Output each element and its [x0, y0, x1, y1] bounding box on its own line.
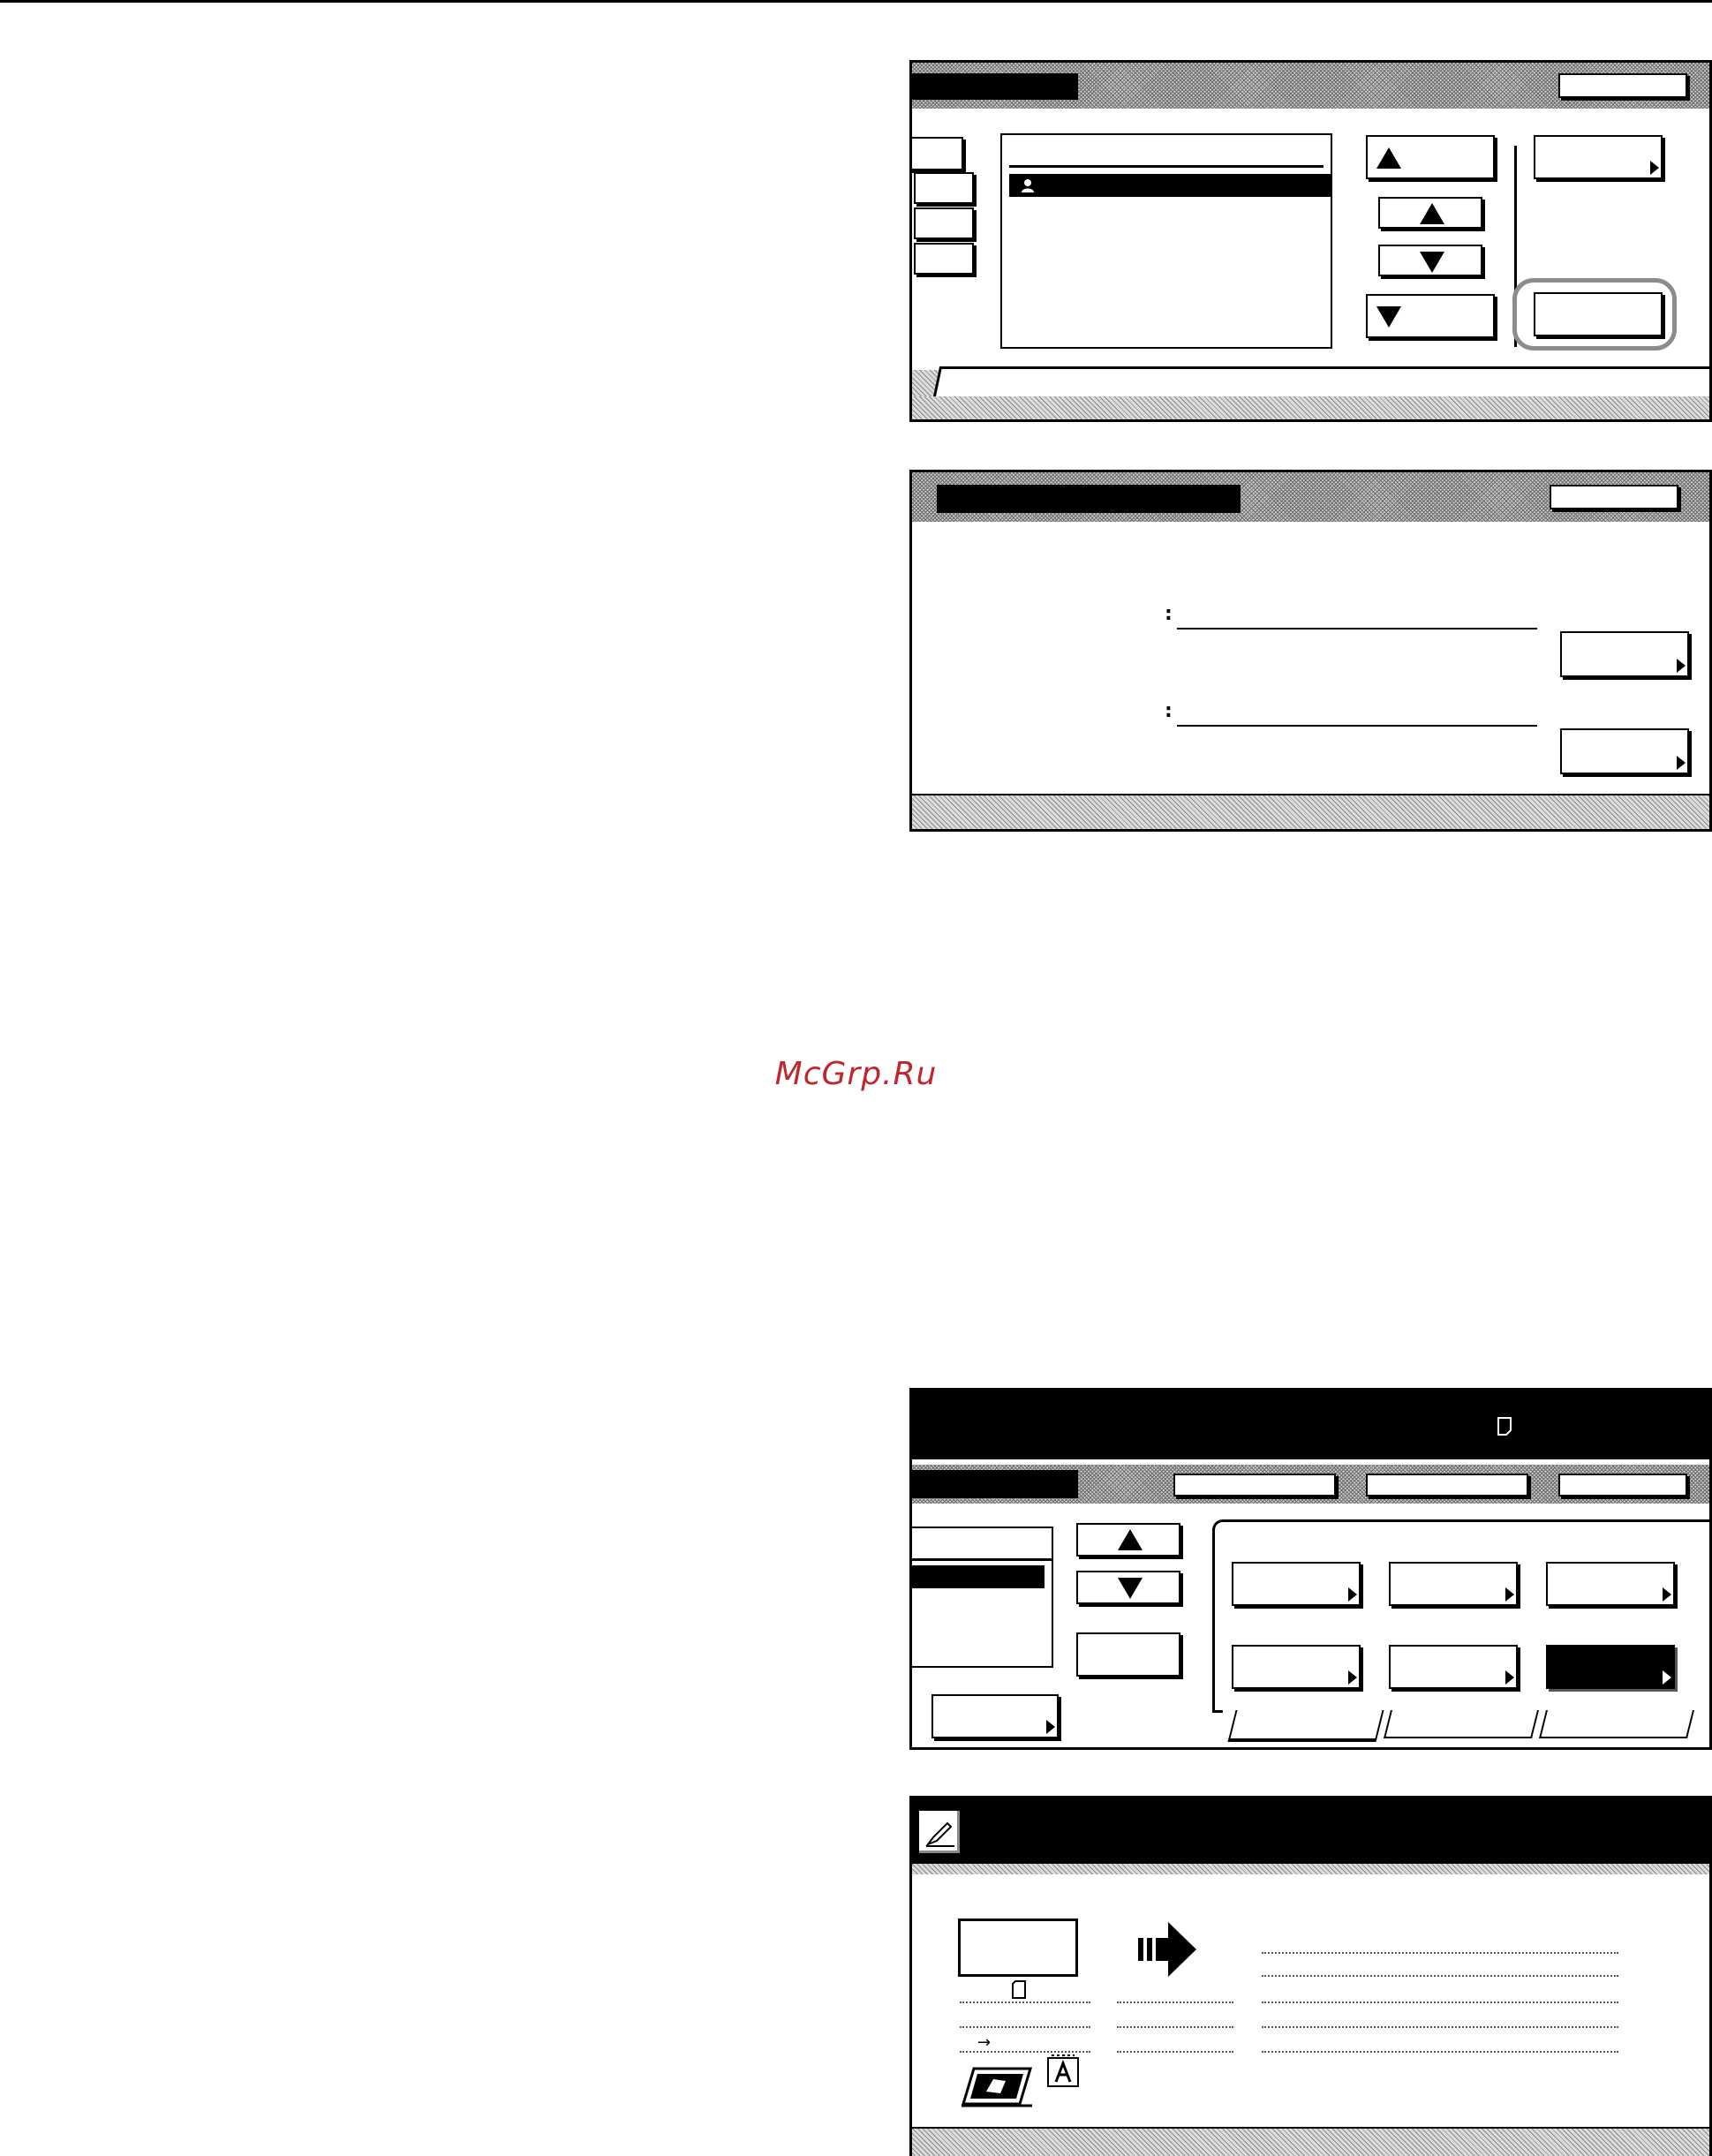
info-line-c1 — [1262, 2001, 1618, 2003]
screen-panel-1 — [909, 60, 1712, 422]
triangle-up-icon — [1420, 203, 1444, 224]
scroll-down-button[interactable] — [1378, 245, 1482, 276]
list-header-rule — [1009, 165, 1324, 168]
chevron-right-icon — [1663, 1587, 1671, 1602]
chevron-right-icon — [1348, 1587, 1357, 1602]
right-arrow-icon — [1138, 1922, 1196, 1977]
delete-button[interactable] — [1534, 292, 1663, 336]
header-button[interactable] — [1558, 73, 1687, 98]
user-list[interactable] — [1000, 133, 1332, 349]
function-button-5[interactable] — [1389, 1645, 1518, 1689]
screen-panel-3 — [909, 1388, 1712, 1750]
info-line-c2 — [1262, 2026, 1618, 2028]
triangle-up-icon — [1376, 147, 1401, 169]
function-button-4[interactable] — [1232, 1645, 1361, 1689]
info-line-c3 — [1262, 2051, 1618, 2053]
footer-strip — [912, 2129, 1709, 2156]
header-bar — [912, 1798, 1709, 1864]
footer-bottom-band — [912, 396, 1709, 419]
scanner-hand-icon — [961, 2067, 1033, 2107]
header-title-bar — [912, 1470, 1078, 1498]
status-bar — [912, 1391, 1709, 1459]
side-tab-2[interactable] — [914, 207, 974, 239]
tab-3[interactable] — [1539, 1710, 1694, 1738]
document-letter-a-icon — [1047, 2054, 1079, 2087]
user-icon — [1022, 179, 1034, 192]
paper-portrait-icon — [1012, 1980, 1026, 1999]
pencil-icon — [925, 1821, 954, 1847]
info-line-b3 — [1117, 2051, 1233, 2053]
paper-portrait-icon — [1497, 1417, 1512, 1436]
top-rule — [0, 0, 1712, 3]
screen-panel-2: : : — [909, 470, 1712, 832]
chevron-right-icon — [1663, 1670, 1671, 1685]
info-line-a1 — [960, 2001, 1090, 2003]
item-list[interactable] — [912, 1527, 1053, 1668]
result-line-2 — [1262, 1975, 1618, 1977]
triangle-down-icon — [1420, 252, 1444, 273]
tab-2[interactable] — [1384, 1710, 1539, 1738]
footer-strip — [912, 795, 1709, 829]
side-tab-1[interactable] — [914, 172, 974, 204]
bottom-left-button[interactable] — [931, 1694, 1059, 1738]
detail-button[interactable] — [1534, 135, 1663, 179]
info-line-b1 — [1117, 2001, 1233, 2003]
field-1-colon: : — [1165, 603, 1173, 625]
chevron-right-icon — [1348, 1670, 1357, 1685]
list-action-button[interactable] — [1076, 1632, 1180, 1677]
field-1-button[interactable] — [1560, 631, 1689, 677]
list-item-selected[interactable] — [1009, 174, 1331, 197]
side-tab-3[interactable] — [914, 243, 974, 275]
list-header-rule — [912, 1558, 1052, 1561]
header-button-2[interactable] — [1366, 1474, 1528, 1496]
tab-row-rule — [1212, 1710, 1223, 1713]
header-title-bar — [912, 73, 1078, 100]
header-title-bar — [937, 485, 1241, 513]
field-2-button[interactable] — [1560, 728, 1689, 774]
right-arrow-icon: → — [977, 2033, 992, 2052]
triangle-up-icon — [1118, 1529, 1143, 1550]
screen-panel-4: → — [909, 1796, 1712, 2156]
chevron-right-icon — [1505, 1670, 1514, 1685]
side-tab-top[interactable] — [912, 137, 963, 170]
info-line-b2 — [1117, 2026, 1233, 2028]
scroll-top-button[interactable] — [1366, 135, 1495, 179]
list-down-button[interactable] — [1076, 1571, 1180, 1604]
watermark: McGrp.Ru — [774, 1056, 938, 1092]
result-line-1 — [1262, 1952, 1618, 1954]
scroll-bottom-button[interactable] — [1366, 294, 1495, 338]
chevron-right-icon — [1677, 659, 1686, 673]
list-up-button[interactable] — [1076, 1523, 1180, 1557]
triangle-down-icon — [1118, 1578, 1143, 1599]
header-button[interactable] — [1550, 485, 1678, 509]
function-button-6-selected[interactable] — [1546, 1645, 1675, 1689]
chevron-right-icon — [1505, 1587, 1514, 1602]
original-size-box — [958, 1919, 1078, 1977]
chevron-right-icon — [1677, 756, 1686, 770]
chevron-right-icon — [1650, 161, 1659, 175]
header-button-1[interactable] — [1173, 1474, 1336, 1496]
function-button-1[interactable] — [1232, 1562, 1361, 1606]
pencil-button[interactable] — [917, 1809, 962, 1855]
field-1-line — [1177, 628, 1537, 629]
function-button-3[interactable] — [1546, 1562, 1675, 1606]
tab-1[interactable] — [1227, 1710, 1384, 1742]
header-underline-strip — [912, 1864, 1709, 1874]
chevron-right-icon — [1046, 1720, 1055, 1734]
function-button-2[interactable] — [1389, 1562, 1518, 1606]
list-item-selected[interactable] — [912, 1565, 1045, 1588]
info-line-a2 — [960, 2026, 1090, 2028]
field-2-line — [1177, 725, 1537, 727]
triangle-down-icon — [1376, 306, 1401, 328]
header-button-3[interactable] — [1558, 1474, 1687, 1496]
scroll-up-button[interactable] — [1378, 197, 1482, 229]
field-2-colon: : — [1165, 700, 1173, 722]
